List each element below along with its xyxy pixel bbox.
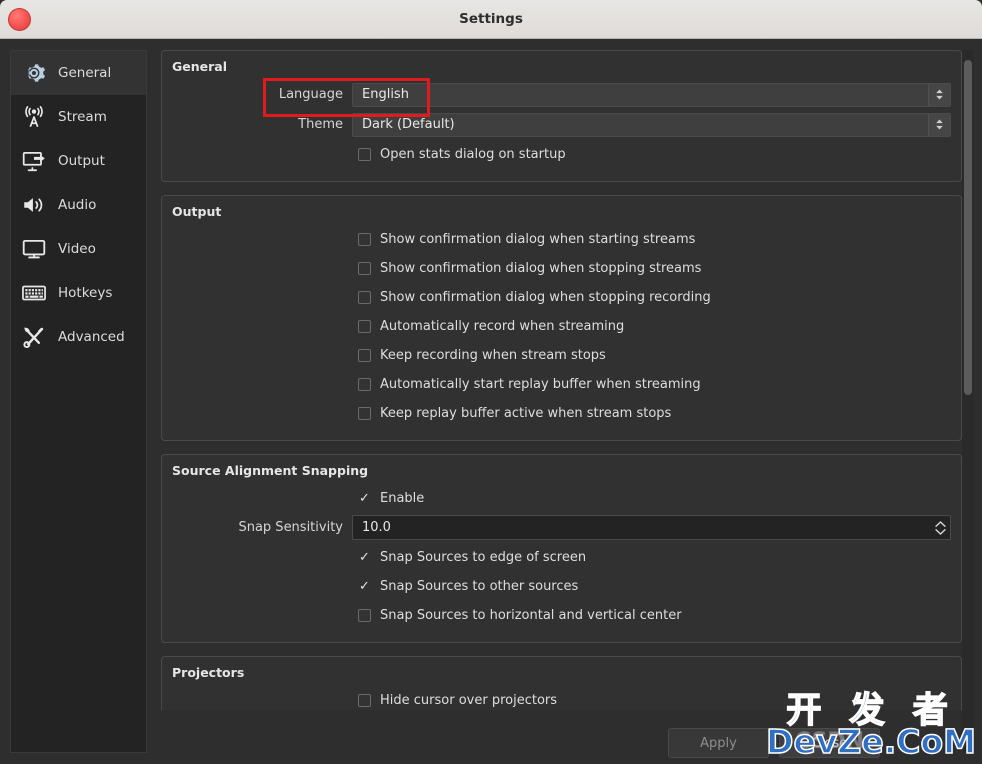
output-checkbox-row[interactable]: Show confirmation dialog when stopping r… bbox=[172, 283, 951, 312]
output-checkbox-label: Show confirmation dialog when stopping s… bbox=[380, 261, 702, 276]
broadcast-icon bbox=[21, 104, 47, 130]
sidebar-item-video[interactable]: Video bbox=[11, 227, 146, 271]
open-stats-checkbox-row[interactable]: Open stats dialog on startup bbox=[172, 140, 951, 169]
snap-checkbox-label: Snap Sources to edge of screen bbox=[380, 550, 587, 565]
snap-checkbox-label: Snap Sources to horizontal and vertical … bbox=[380, 608, 682, 623]
output-checkbox-row[interactable]: Automatically record when streaming bbox=[172, 312, 951, 341]
theme-combobox[interactable]: Dark (Default) bbox=[352, 112, 951, 137]
vertical-scrollbar[interactable] bbox=[962, 50, 974, 753]
snap-enable-label: Enable bbox=[380, 491, 425, 506]
projector-checkbox-label: Hide cursor over projectors bbox=[380, 693, 558, 708]
monitor-icon bbox=[21, 236, 47, 262]
snap-checkbox-row[interactable]: ✓ Snap Sources to edge of screen bbox=[172, 543, 951, 572]
group-title-output: Output bbox=[172, 204, 222, 219]
snap-sensitivity-row: Snap Sensitivity 10.0 bbox=[172, 513, 951, 542]
title-bar: Settings bbox=[0, 0, 982, 39]
checkbox-unchecked-icon[interactable] bbox=[358, 407, 371, 420]
sidebar-item-label: Output bbox=[58, 153, 105, 169]
sidebar-item-label: Hotkeys bbox=[58, 285, 113, 301]
theme-label: Theme bbox=[298, 117, 343, 132]
output-checkbox-row[interactable]: Show confirmation dialog when stopping s… bbox=[172, 254, 951, 283]
theme-value: Dark (Default) bbox=[362, 117, 455, 132]
snap-checkbox-row[interactable]: ✓ Snap Sources to other sources bbox=[172, 572, 951, 601]
language-combobox[interactable]: English bbox=[352, 82, 951, 107]
apply-button[interactable]: Apply bbox=[668, 728, 769, 758]
snap-sensitivity-input[interactable]: 10.0 bbox=[352, 515, 951, 540]
close-button[interactable]: Close bbox=[779, 728, 880, 758]
settings-window: Settings General Stream Output Audio Vid… bbox=[0, 0, 982, 764]
window-title: Settings bbox=[459, 11, 523, 27]
output-checkbox-label: Automatically start replay buffer when s… bbox=[380, 377, 701, 392]
snap-checkbox-row[interactable]: Snap Sources to horizontal and vertical … bbox=[172, 601, 951, 630]
output-checkbox-label: Keep recording when stream stops bbox=[380, 348, 606, 363]
checkbox-checked-icon[interactable]: ✓ bbox=[358, 492, 371, 505]
open-stats-label: Open stats dialog on startup bbox=[380, 147, 566, 162]
output-checkbox-label: Show confirmation dialog when stopping r… bbox=[380, 290, 711, 305]
group-title-snapping: Source Alignment Snapping bbox=[172, 463, 369, 478]
gear-icon bbox=[21, 60, 47, 86]
sidebar-item-label: Stream bbox=[58, 109, 107, 125]
output-checkbox-label: Keep replay buffer active when stream st… bbox=[380, 406, 672, 421]
checkbox-checked-icon[interactable]: ✓ bbox=[358, 551, 371, 564]
dialog-body: General Stream Output Audio Video Hotkey… bbox=[0, 39, 982, 764]
checkbox-unchecked-icon[interactable] bbox=[358, 233, 371, 246]
group-title-projectors: Projectors bbox=[172, 665, 245, 680]
sidebar-item-advanced[interactable]: Advanced bbox=[11, 315, 146, 359]
snap-checkbox-label: Snap Sources to other sources bbox=[380, 579, 579, 594]
monitor-arrow-icon bbox=[21, 148, 47, 174]
theme-row: Theme Dark (Default) bbox=[172, 110, 951, 139]
group-general: General Language English Theme Dark (Def… bbox=[161, 50, 962, 182]
settings-sidebar: General Stream Output Audio Video Hotkey… bbox=[10, 50, 147, 753]
chevron-updown-icon[interactable] bbox=[928, 83, 950, 106]
sidebar-item-general[interactable]: General bbox=[11, 51, 146, 95]
output-checkbox-row[interactable]: Automatically start replay buffer when s… bbox=[172, 370, 951, 399]
snap-enable-checkbox-row[interactable]: ✓ Enable bbox=[172, 484, 951, 513]
settings-scroll-area: General Language English Theme Dark (Def… bbox=[156, 50, 968, 710]
scrollbar-thumb[interactable] bbox=[964, 60, 972, 395]
language-row: Language English bbox=[172, 80, 951, 109]
group-output: Output Show confirmation dialog when sta… bbox=[161, 195, 962, 441]
keyboard-icon bbox=[21, 280, 47, 306]
speaker-icon bbox=[21, 192, 47, 218]
tools-icon bbox=[21, 324, 47, 350]
checkbox-unchecked-icon[interactable] bbox=[358, 291, 371, 304]
group-title-general: General bbox=[172, 59, 227, 74]
sidebar-item-label: Advanced bbox=[58, 329, 125, 345]
snap-sensitivity-label: Snap Sensitivity bbox=[238, 520, 343, 535]
sidebar-item-label: Audio bbox=[58, 197, 97, 213]
checkbox-unchecked-icon[interactable] bbox=[358, 609, 371, 622]
spinner-updown-icon[interactable] bbox=[935, 516, 946, 539]
output-checkbox-row[interactable]: Keep recording when stream stops bbox=[172, 341, 951, 370]
sidebar-item-output[interactable]: Output bbox=[11, 139, 146, 183]
checkbox-unchecked-icon[interactable] bbox=[358, 349, 371, 362]
chevron-updown-icon[interactable] bbox=[928, 113, 950, 136]
sidebar-item-stream[interactable]: Stream bbox=[11, 95, 146, 139]
snap-sensitivity-value: 10.0 bbox=[362, 520, 391, 535]
output-checkbox-label: Automatically record when streaming bbox=[380, 319, 625, 334]
checkbox-unchecked-icon[interactable] bbox=[358, 320, 371, 333]
projector-checkbox-row[interactable]: Hide cursor over projectors bbox=[172, 686, 951, 710]
language-value: English bbox=[362, 87, 409, 102]
checkbox-unchecked-icon[interactable] bbox=[358, 148, 371, 161]
group-projectors: Projectors Hide cursor over projectors M… bbox=[161, 656, 962, 710]
sidebar-item-label: General bbox=[58, 65, 112, 81]
checkbox-unchecked-icon[interactable] bbox=[358, 262, 371, 275]
sidebar-item-audio[interactable]: Audio bbox=[11, 183, 146, 227]
checkbox-unchecked-icon[interactable] bbox=[358, 378, 371, 391]
checkbox-checked-icon[interactable]: ✓ bbox=[358, 580, 371, 593]
output-checkbox-row[interactable]: Keep replay buffer active when stream st… bbox=[172, 399, 951, 428]
language-label: Language bbox=[278, 87, 343, 102]
group-source-alignment-snapping: Source Alignment Snapping ✓ Enable Snap … bbox=[161, 454, 962, 643]
output-checkbox-label: Show confirmation dialog when starting s… bbox=[380, 232, 696, 247]
checkbox-unchecked-icon[interactable] bbox=[358, 694, 371, 707]
sidebar-item-hotkeys[interactable]: Hotkeys bbox=[11, 271, 146, 315]
sidebar-item-label: Video bbox=[58, 241, 96, 257]
output-checkbox-row[interactable]: Show confirmation dialog when starting s… bbox=[172, 225, 951, 254]
